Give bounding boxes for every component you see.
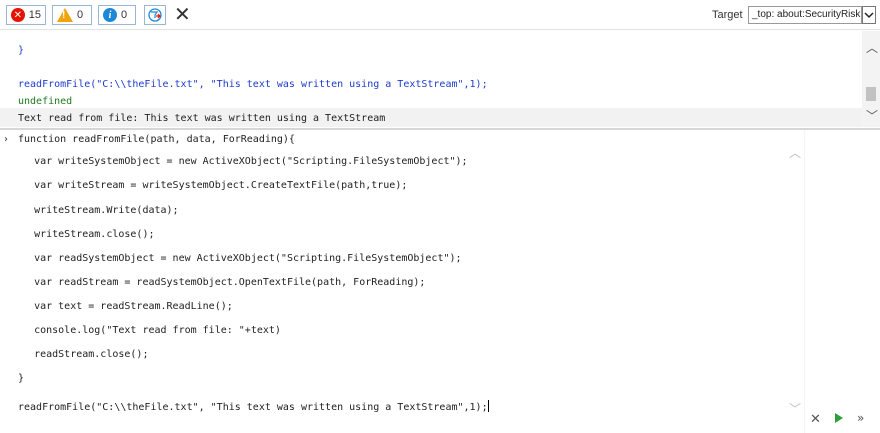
scroll-down-icon[interactable]: ﹀ (866, 107, 878, 124)
info-filter-button[interactable]: i 0 (98, 5, 136, 25)
output-line: readFromFile("C:\\theFile.txt", "This te… (18, 79, 488, 90)
warnings-count: 0 (77, 9, 84, 21)
code-line-current: readFromFile("C:\\theFile.txt", "This te… (18, 397, 489, 415)
error-icon: ✕ (11, 8, 25, 22)
code-line: readStream.close(); (10, 349, 149, 360)
input-prompt-icon: › (4, 134, 8, 145)
dropdown-arrow-icon[interactable] (862, 6, 876, 24)
code-line: function readFromFile(path, data, ForRea… (18, 134, 295, 145)
multiline-input-editor[interactable]: › function readFromFile(path, data, ForR… (0, 130, 880, 433)
warning-icon: ! (57, 8, 73, 22)
filter-button[interactable] (144, 5, 166, 25)
info-count: 0 (121, 9, 128, 21)
code-line: var readSystemObject = new ActiveXObject… (10, 253, 462, 264)
code-line: var text = readStream.ReadLine(); (10, 301, 233, 312)
errors-filter-button[interactable]: ✕ 15 (6, 5, 46, 25)
target-select[interactable]: _top: about:SecurityRisk (748, 6, 862, 24)
output-line: } (18, 45, 25, 56)
warnings-filter-button[interactable]: ! 0 (52, 5, 92, 25)
scroll-up-icon[interactable]: ︿ (866, 39, 878, 56)
console-output: } readFromFile("C:\\theFile.txt", "This … (0, 31, 880, 127)
scroll-thumb[interactable] (866, 87, 876, 101)
code-line: var readStream = readSystemObject.OpenTe… (10, 277, 426, 288)
output-scrollbar[interactable]: ︿ ﹀ (862, 31, 880, 127)
clear-input-icon[interactable]: ✕ (810, 412, 821, 427)
run-icon[interactable] (835, 413, 843, 423)
collapse-icon[interactable]: » (857, 411, 864, 425)
output-result: undefined (18, 96, 73, 107)
code-line: } (18, 373, 25, 384)
editor-scroll-down-icon[interactable]: ﹀ (789, 400, 801, 417)
target-label: Target (712, 9, 743, 21)
output-log-message: Text read from file: This text was writt… (18, 113, 386, 124)
code-line: var writeStream = writeSystemObject.Crea… (10, 180, 408, 191)
code-line: console.log("Text read from file: "+text… (10, 325, 281, 336)
text-caret (487, 399, 489, 412)
editor-scroll-up-icon[interactable]: ︿ (789, 144, 801, 161)
editor-scrollbar-track[interactable] (804, 130, 805, 433)
code-line: writeStream.close(); (10, 229, 155, 240)
console-toolbar: ✕ 15 ! 0 i 0 ✕ Target _top: about:Securi… (0, 0, 880, 30)
info-icon: i (103, 8, 117, 22)
code-line: var writeSystemObject = new ActiveXObjec… (10, 156, 468, 167)
filter-icon (148, 8, 162, 22)
errors-count: 15 (28, 9, 41, 21)
code-line: writeStream.Write(data); (10, 205, 179, 216)
clear-icon[interactable]: ✕ (174, 3, 191, 25)
